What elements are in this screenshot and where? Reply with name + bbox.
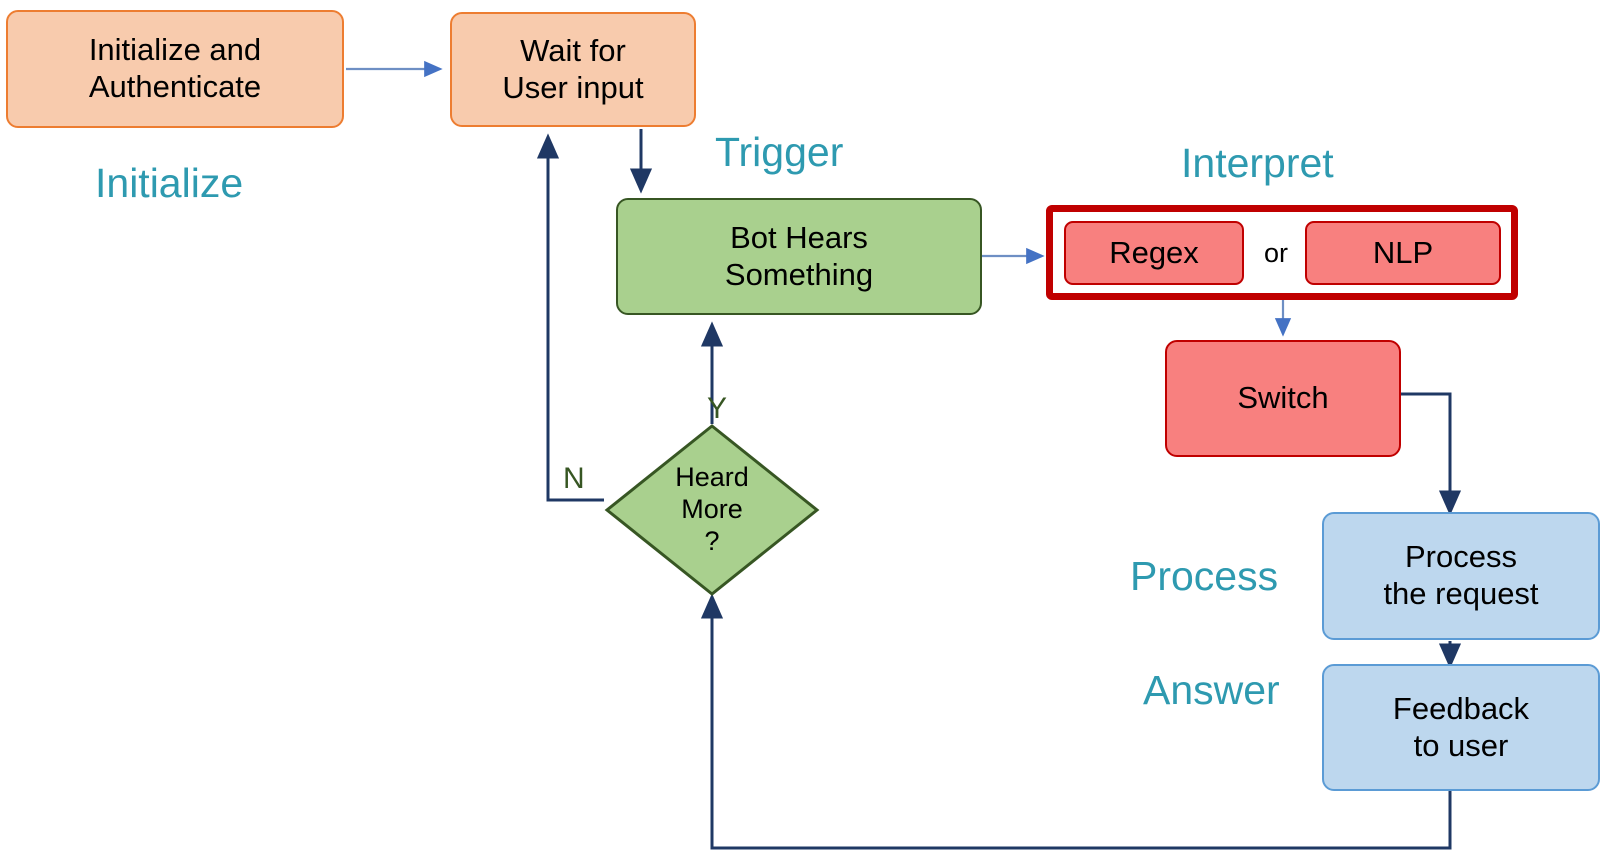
node-regex-label: Regex bbox=[1109, 234, 1199, 270]
node-regex[interactable]: Regex bbox=[1064, 221, 1244, 285]
edge-decision-no-to-wait bbox=[536, 133, 604, 502]
phase-label-initialize: Initialize bbox=[95, 160, 244, 206]
node-process-the-request[interactable]: Process the request bbox=[1322, 512, 1600, 640]
node-heard-more-decision[interactable]: Heard More ? bbox=[604, 423, 820, 597]
phase-label-trigger: Trigger bbox=[715, 129, 844, 175]
node-wait-for-user-input-label: Wait for User input bbox=[502, 32, 644, 105]
node-bot-hears-something[interactable]: Bot Hears Something bbox=[616, 198, 982, 315]
node-initialize-and-authenticate[interactable]: Initialize and Authenticate bbox=[6, 10, 344, 128]
node-initialize-and-authenticate-label: Initialize and Authenticate bbox=[88, 32, 262, 104]
branch-label-yes: Y bbox=[707, 392, 728, 425]
node-switch-label: Switch bbox=[1237, 380, 1329, 416]
node-nlp-label: NLP bbox=[1372, 234, 1434, 270]
phase-label-interpret: Interpret bbox=[1181, 140, 1334, 186]
edge-switch-to-process bbox=[1401, 392, 1462, 516]
node-feedback-to-user-label: Feedback to user bbox=[1392, 690, 1530, 763]
branch-label-no: N bbox=[563, 462, 585, 495]
phase-label-answer: Answer bbox=[1143, 667, 1280, 713]
flowchart-canvas: Initialize and Authenticate Wait for Use… bbox=[0, 0, 1600, 858]
node-feedback-to-user[interactable]: Feedback to user bbox=[1322, 664, 1600, 791]
node-process-the-request-label: Process the request bbox=[1383, 539, 1539, 611]
node-nlp[interactable]: NLP bbox=[1305, 221, 1501, 285]
node-switch[interactable]: Switch bbox=[1165, 340, 1401, 457]
node-heard-more-label: Heard More ? bbox=[675, 462, 749, 556]
phase-label-process: Process bbox=[1130, 553, 1279, 599]
or-connector-label: or bbox=[1263, 238, 1288, 268]
node-wait-for-user-input[interactable]: Wait for User input bbox=[450, 12, 696, 127]
node-bot-hears-something-label: Bot Hears Something bbox=[724, 219, 874, 292]
